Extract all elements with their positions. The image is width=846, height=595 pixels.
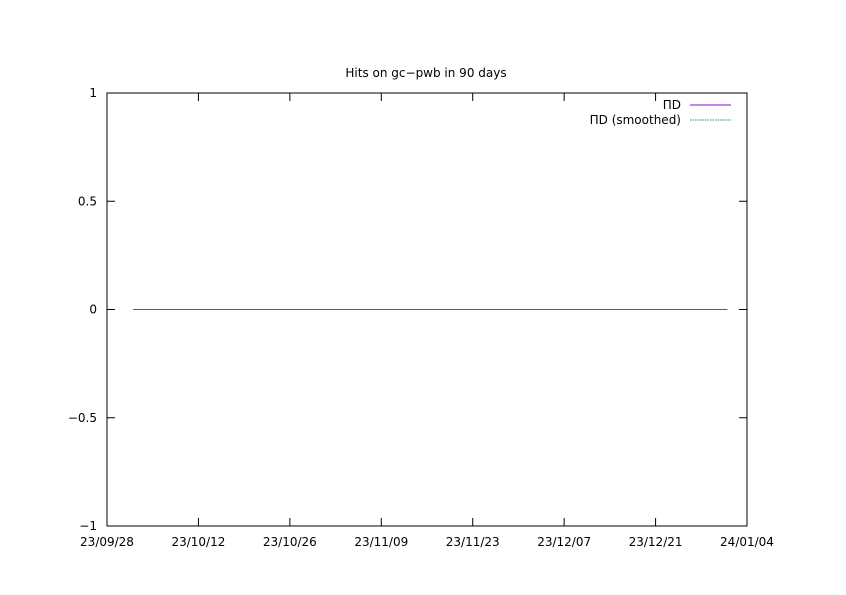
legend-label: ΠD: [663, 98, 681, 112]
x-tick-label: 23/11/23: [446, 535, 500, 549]
y-tick-label: −1: [79, 519, 97, 533]
x-tick-label: 23/12/21: [629, 535, 683, 549]
legend-label: ΠD (smoothed): [590, 113, 681, 127]
x-tick-label: 24/01/04: [720, 535, 774, 549]
x-tick-label: 23/10/12: [171, 535, 225, 549]
y-tick-label: 0: [89, 303, 97, 317]
legend: ΠDΠD (smoothed): [590, 98, 731, 127]
chart-title: Hits on gc−pwb in 90 days: [345, 66, 506, 80]
chart: Hits on gc−pwb in 90 days 1 0.5 0 −0.5 −1 23…: [68, 66, 774, 549]
x-axis: 23/09/28 23/10/12 23/10/26 23/11/09 23/11/23…: [80, 93, 774, 549]
x-tick-label: 23/11/09: [354, 535, 408, 549]
y-tick-label: 0.5: [78, 194, 97, 208]
x-tick-label: 23/10/26: [263, 535, 317, 549]
x-tick-label: 23/12/07: [537, 535, 591, 549]
y-tick-label: −0.5: [68, 411, 97, 425]
y-tick-label: 1: [89, 86, 97, 100]
x-tick-label: 23/09/28: [80, 535, 134, 549]
